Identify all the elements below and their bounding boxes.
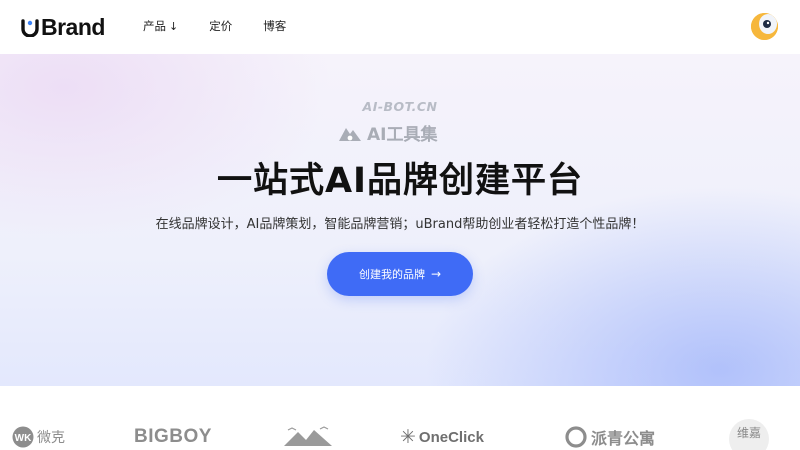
hero-title: 一站式AI品牌创建平台 <box>216 161 584 201</box>
brand-logo-oneclick: ✳ OneClick <box>400 424 484 450</box>
nav-item-pricing[interactable]: 定价 <box>209 18 232 34</box>
arrow-right-icon: → <box>430 267 442 281</box>
arrow-down-icon: ↓ <box>169 19 179 33</box>
camera-ring-icon <box>565 426 587 448</box>
nav-item-label: 定价 <box>209 19 233 33</box>
watermark-label: AI工具集 <box>367 125 438 145</box>
partner-logo-strip: WK 微克 BIGBOY ✳ OneClick 派青公寓 维嘉 <box>0 386 800 450</box>
weijia-badge: 维嘉 <box>729 419 769 450</box>
create-brand-button[interactable]: 创建我的品牌 → <box>327 252 473 296</box>
brand-logo-mountain <box>282 424 334 450</box>
mountain-logo-icon <box>339 127 361 141</box>
watermark-logo: AI工具集 <box>338 120 437 145</box>
main-nav: 产品 ↓ 定价 博客 <box>143 18 286 34</box>
watermark-text: AI-BOT.CN <box>362 99 438 114</box>
mountain-brand-icon <box>284 426 332 446</box>
brand-name: 维嘉 <box>736 426 761 440</box>
brand-name: BIGBOY <box>134 426 212 447</box>
logo-u-icon <box>21 19 39 37</box>
user-avatar[interactable] <box>751 13 778 40</box>
hero-subtitle: 在线品牌设计，AI品牌策划，智能品牌营销；uBrand帮助创业者轻松打造个性品牌… <box>155 217 645 232</box>
sparkle-icon: ✳ <box>400 426 416 448</box>
nav-item-label: 产品 <box>143 19 166 33</box>
weike-mark: WK <box>15 433 32 444</box>
brand-name: 微克 <box>37 429 65 445</box>
ubrand-logo[interactable]: Brand <box>20 14 105 40</box>
hero-section: AI-BOT.CN AI工具集 一站式AI品牌创建平台 在线品牌设计，AI品牌策… <box>0 54 800 386</box>
brand-name: 派青公寓 <box>591 431 656 448</box>
nav-item-blog[interactable]: 博客 <box>263 18 286 34</box>
logo-text: Brand <box>41 13 105 40</box>
weike-badge-icon: WK <box>12 426 34 448</box>
brand-logo-weike: WK 微克 <box>12 424 65 450</box>
brand-logo-weijia: 维嘉 <box>729 419 769 450</box>
cta-label: 创建我的品牌 <box>358 268 425 281</box>
top-navigation-bar: Brand 产品 ↓ 定价 博客 <box>0 0 800 54</box>
nav-item-label: 博客 <box>263 19 287 33</box>
brand-name: OneClick <box>418 428 484 446</box>
nav-item-products[interactable]: 产品 ↓ <box>143 18 178 34</box>
brand-logo-bigboy: BIGBOY <box>134 424 212 450</box>
brand-logo-paiqing: 派青公寓 <box>565 424 655 450</box>
avatar-face-icon <box>751 13 778 40</box>
